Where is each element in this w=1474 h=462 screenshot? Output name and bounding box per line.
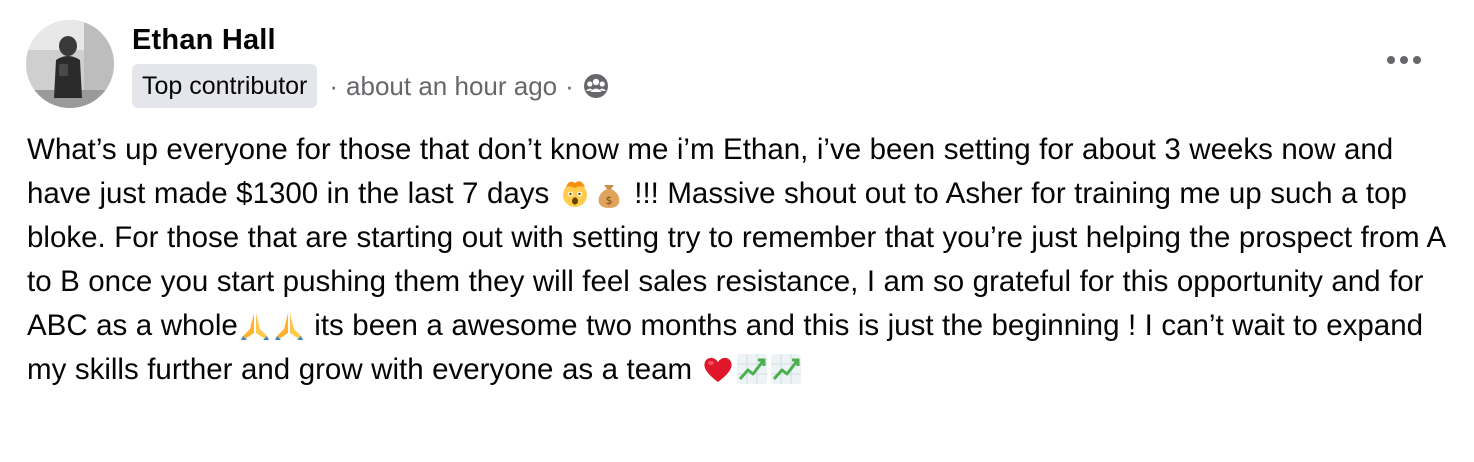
folded-hands-emoji bbox=[273, 309, 305, 341]
post-timestamp[interactable]: about an hour ago bbox=[346, 71, 557, 102]
money-bag-emoji: $ bbox=[593, 177, 625, 209]
chart-increasing-emoji bbox=[770, 353, 802, 385]
author-name[interactable]: Ethan Hall bbox=[132, 24, 276, 57]
more-options-button[interactable] bbox=[1382, 46, 1426, 74]
exploding-head-emoji bbox=[559, 177, 591, 209]
group-audience-icon[interactable] bbox=[582, 72, 610, 100]
chart-increasing-emoji bbox=[736, 353, 768, 385]
post-body: What’s up everyone for those that don’t … bbox=[27, 128, 1457, 392]
feed-post: Ethan Hall Top contributor · about an ho… bbox=[0, 0, 1474, 462]
top-contributor-badge[interactable]: Top contributor bbox=[132, 64, 318, 108]
post-meta: Top contributor · about an hour ago · bbox=[132, 64, 610, 108]
red-heart-emoji bbox=[702, 353, 734, 385]
avatar[interactable] bbox=[26, 20, 114, 108]
meta-separator: · bbox=[329, 70, 339, 101]
more-options-icon bbox=[1387, 56, 1421, 64]
meta-separator: · bbox=[565, 70, 574, 101]
folded-hands-emoji bbox=[239, 309, 271, 341]
svg-text:$: $ bbox=[605, 194, 612, 207]
